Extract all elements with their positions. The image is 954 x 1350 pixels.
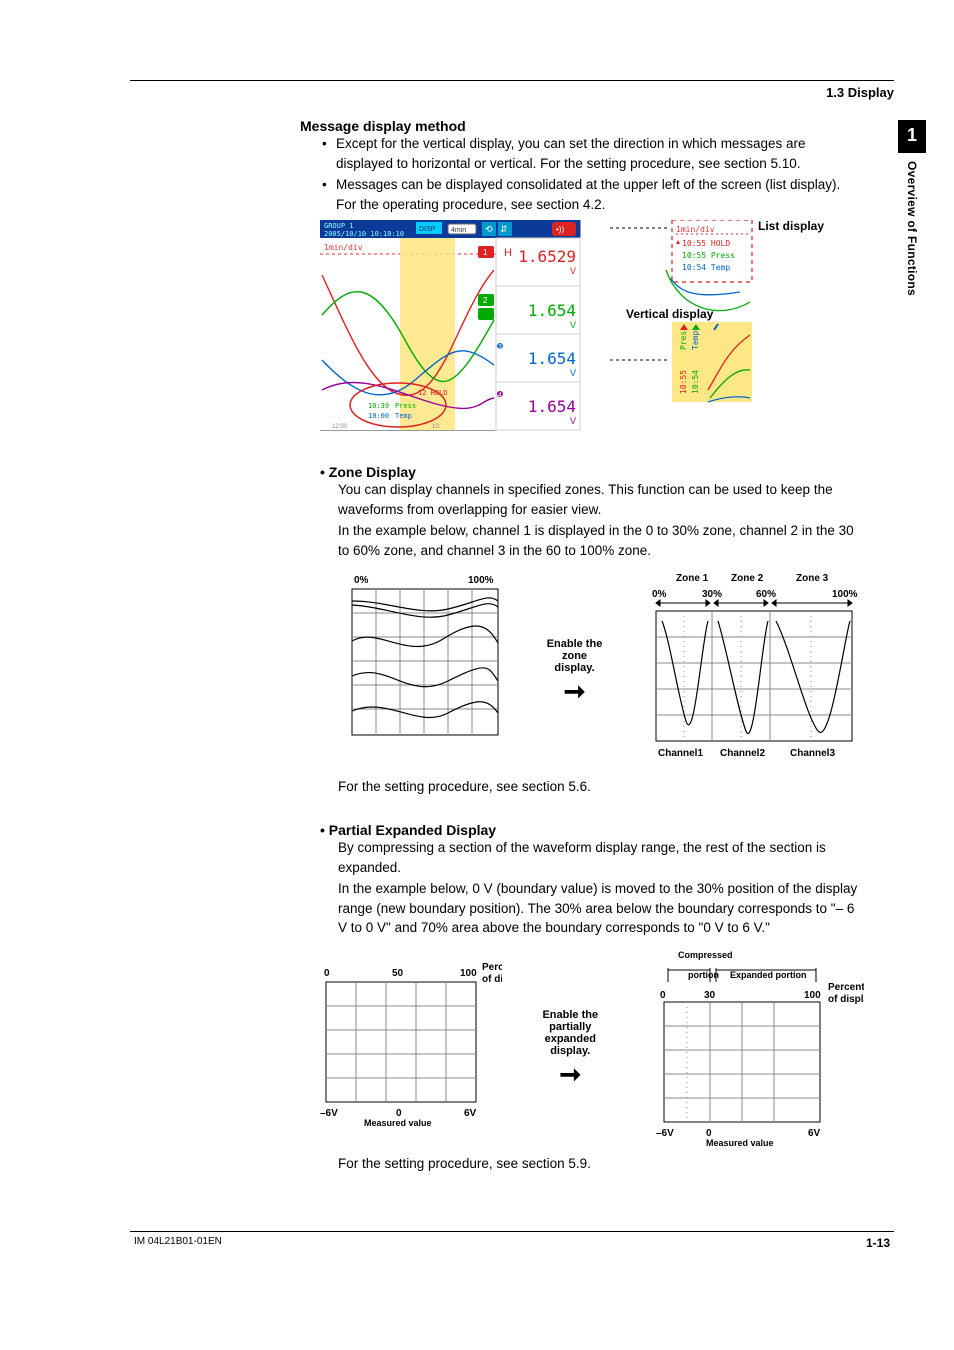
svg-text:1.654: 1.654 xyxy=(528,349,576,368)
footer-doc-id: IM 04L21B01-01EN xyxy=(134,1236,222,1250)
svg-text:H: H xyxy=(504,247,512,259)
svg-text:10:: 10: xyxy=(432,424,441,430)
svg-text:Channel2: Channel2 xyxy=(720,748,765,759)
svg-text:2005/10/10 10:10:10: 2005/10/10 10:10:10 xyxy=(324,230,404,238)
zone-p1: You can display channels in specified zo… xyxy=(338,480,864,519)
arrow-icon: ➞ xyxy=(526,1061,614,1087)
svg-text:V: V xyxy=(570,368,576,378)
svg-text:portion: portion xyxy=(688,970,719,980)
chapter-tab: 1 Overview of Functions xyxy=(898,120,926,296)
svg-text:10:39: 10:39 xyxy=(368,402,389,410)
svg-text:GROUP 1: GROUP 1 xyxy=(324,222,354,230)
svg-text:0%: 0% xyxy=(354,575,369,586)
svg-text:12 HOLD: 12 HOLD xyxy=(418,389,448,397)
svg-text:1min/div: 1min/div xyxy=(324,243,363,252)
svg-text:⟲: ⟲ xyxy=(485,224,493,234)
msg-bullet-1: Except for the vertical display, you can… xyxy=(320,134,864,173)
svg-text:10:54: 10:54 xyxy=(691,370,700,394)
zone-p2: In the example below, channel 1 is displ… xyxy=(338,521,864,560)
svg-text:V: V xyxy=(570,266,576,276)
svg-text:1: 1 xyxy=(483,248,488,257)
svg-text:0%: 0% xyxy=(652,589,667,600)
svg-text:V: V xyxy=(570,320,576,330)
svg-text:1.654: 1.654 xyxy=(528,301,576,320)
svg-text:Zone 1: Zone 1 xyxy=(676,573,709,584)
svg-text:10:00: 10:00 xyxy=(368,412,389,420)
svg-text:30%: 30% xyxy=(702,589,722,600)
svg-text:100: 100 xyxy=(460,968,477,979)
svg-text:100: 100 xyxy=(804,990,821,1001)
partial-mid-l2: expanded display. xyxy=(526,1033,614,1057)
svg-text:1min/div: 1min/div xyxy=(676,225,715,234)
svg-text:50: 50 xyxy=(392,968,404,979)
svg-text:Measured value: Measured value xyxy=(364,1118,432,1128)
heading-message-method: Message display method xyxy=(300,118,894,134)
partial-after: For the setting procedure, see section 5… xyxy=(338,1154,864,1174)
svg-text:DISP: DISP xyxy=(419,226,436,233)
svg-text:V: V xyxy=(570,416,576,426)
svg-text:30: 30 xyxy=(704,990,716,1001)
svg-text:⇵: ⇵ xyxy=(500,224,508,234)
svg-text:100%: 100% xyxy=(468,575,494,586)
chapter-number: 1 xyxy=(898,120,926,153)
svg-text:0: 0 xyxy=(660,990,666,1001)
svg-text:–6V: –6V xyxy=(320,1108,338,1119)
svg-text:1.6529: 1.6529 xyxy=(518,247,576,266)
svg-text:6V: 6V xyxy=(808,1128,821,1139)
msg-bullet-2: Messages can be displayed consolidated a… xyxy=(320,175,864,214)
svg-text:Temp: Temp xyxy=(691,331,700,350)
partial-p1: By compressing a section of the waveform… xyxy=(338,838,864,877)
zone-mid-l1: Enable the xyxy=(543,638,606,650)
svg-text:of display span: of display span xyxy=(828,994,864,1005)
svg-text:Vertical display: Vertical display xyxy=(626,307,714,321)
heading-zone-display: Zone Display xyxy=(320,464,864,480)
svg-text:4: 4 xyxy=(498,392,502,399)
arrow-icon: ➞ xyxy=(543,678,606,704)
svg-text:List display: List display xyxy=(758,220,824,233)
svg-text:4min: 4min xyxy=(451,227,466,234)
partial-mid-l1: Enable the partially xyxy=(526,1009,614,1033)
svg-text:of display span: of display span xyxy=(482,974,502,985)
svg-text:3: 3 xyxy=(498,344,502,351)
svg-text:Percentage: Percentage xyxy=(828,982,864,993)
svg-text:6V: 6V xyxy=(464,1108,477,1119)
zone-after: For the setting procedure, see section 5… xyxy=(338,777,864,797)
chapter-label: Overview of Functions xyxy=(905,153,919,296)
svg-text:Expanded portion: Expanded portion xyxy=(730,970,807,980)
svg-text:0: 0 xyxy=(324,968,330,979)
partial-p2: In the example below, 0 V (boundary valu… xyxy=(338,879,864,938)
svg-text:Measured value: Measured value xyxy=(706,1138,774,1148)
svg-text:10:54 Temp: 10:54 Temp xyxy=(682,263,730,272)
svg-text:100%: 100% xyxy=(832,589,858,600)
svg-text:10:55 Press: 10:55 Press xyxy=(682,251,735,260)
svg-text:Channel1: Channel1 xyxy=(658,748,703,759)
figure-zone: 0% 100% xyxy=(348,571,864,771)
svg-text:60%: 60% xyxy=(756,589,776,600)
heading-partial-expanded: Partial Expanded Display xyxy=(320,822,864,838)
footer-page-num: 1-13 xyxy=(866,1236,890,1250)
svg-text:Channel3: Channel3 xyxy=(790,748,835,759)
svg-text:Zone 3: Zone 3 xyxy=(796,573,829,584)
svg-text:Press: Press xyxy=(395,402,416,410)
svg-text:•)): •)) xyxy=(556,225,564,234)
svg-text:–6V: –6V xyxy=(656,1128,674,1139)
svg-text:2: 2 xyxy=(483,296,488,305)
figure-partial: 0 50 100 Percentage of display span –6V … xyxy=(320,948,864,1148)
header-section: 1.3 Display xyxy=(130,85,894,100)
svg-text:Compressed: Compressed xyxy=(678,950,733,960)
zone-mid-l2: zone display. xyxy=(543,650,606,674)
figure-message-display: GROUP 1 2005/10/10 10:10:10 DISP 4min ⟲ … xyxy=(320,220,864,438)
svg-text:12:00: 12:00 xyxy=(332,424,348,430)
svg-text:10:55 HOLD: 10:55 HOLD xyxy=(682,239,730,248)
svg-text:Temp: Temp xyxy=(395,412,412,420)
svg-text:Percentage: Percentage xyxy=(482,962,502,973)
svg-text:10:55: 10:55 xyxy=(679,370,688,394)
svg-text:Zone 2: Zone 2 xyxy=(731,573,764,584)
svg-text:1.654: 1.654 xyxy=(528,397,576,416)
